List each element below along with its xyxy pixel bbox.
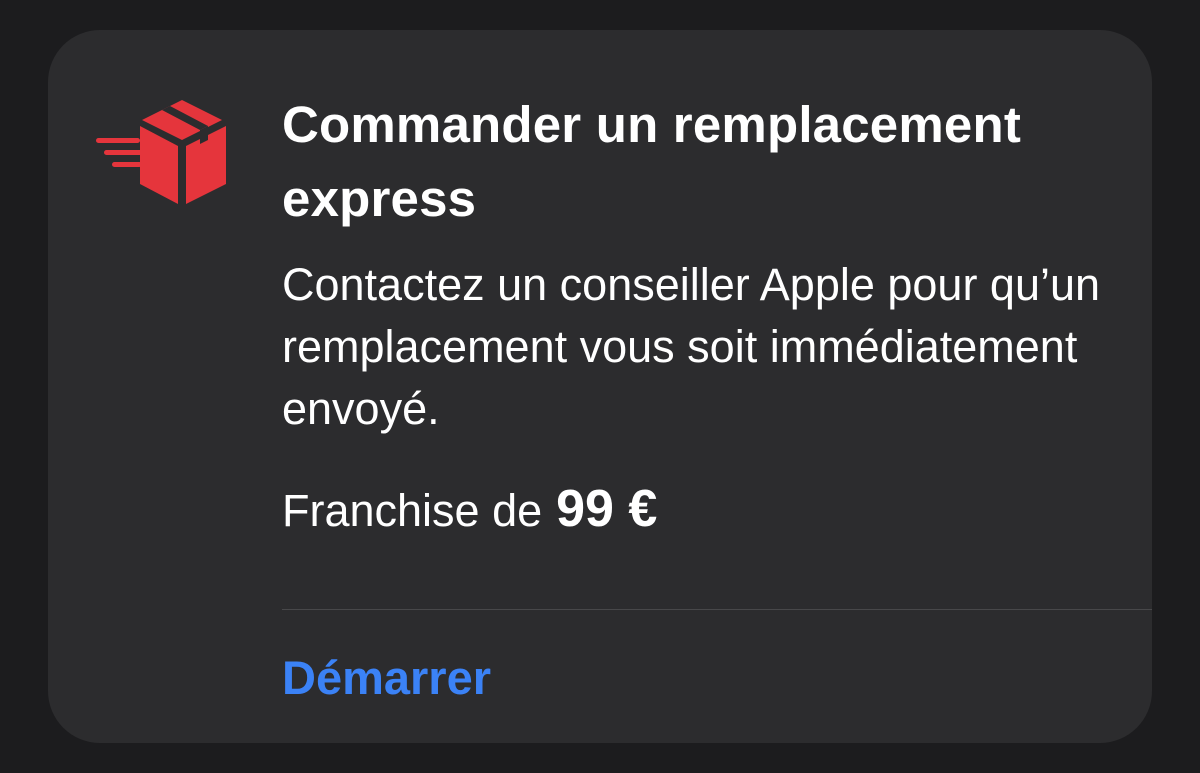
express-delivery-box-icon	[96, 100, 226, 204]
divider	[282, 609, 1152, 610]
deductible-row: Franchise de 99 €	[282, 478, 1122, 542]
card-content: Commander un remplacement express Contac…	[282, 88, 1122, 542]
express-replacement-card: Commander un remplacement express Contac…	[48, 30, 1152, 743]
start-button[interactable]: Démarrer	[282, 648, 491, 708]
card-title: Commander un remplacement express	[282, 96, 1022, 227]
deductible-amount: 99 €	[556, 480, 658, 538]
deductible-label: Franchise de	[282, 485, 543, 536]
card-description: Contactez un conseiller Apple pour qu’un…	[282, 259, 1101, 434]
